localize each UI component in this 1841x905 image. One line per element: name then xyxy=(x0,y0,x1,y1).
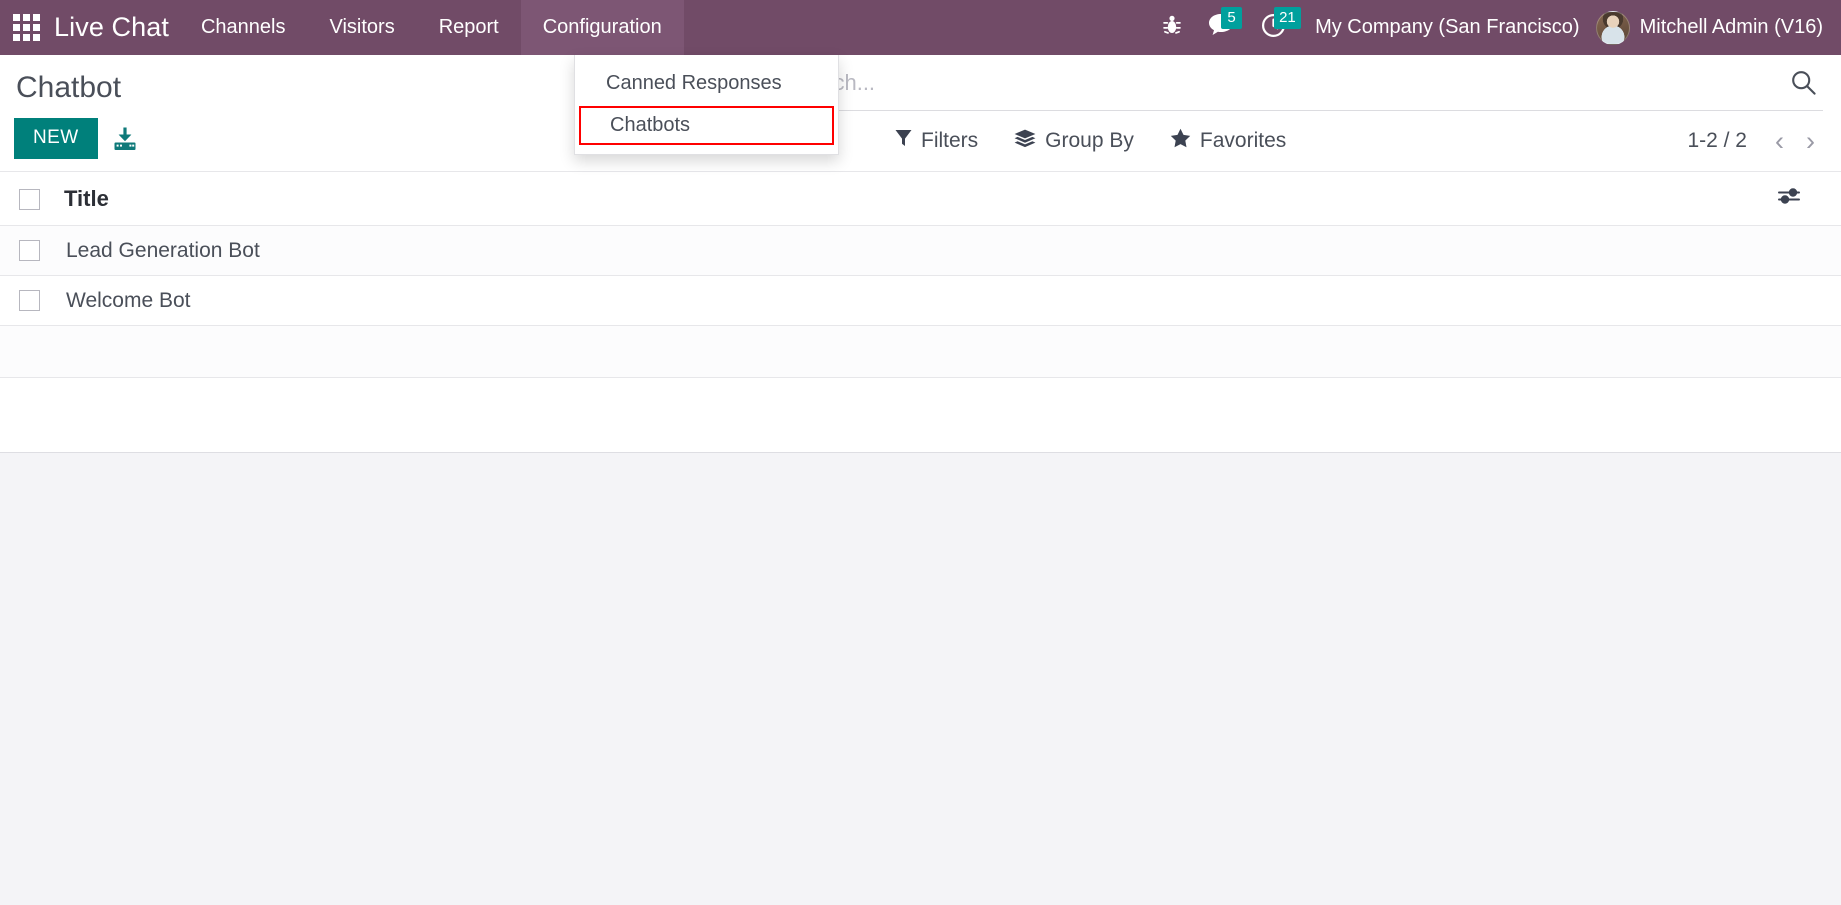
search-input[interactable] xyxy=(785,69,1780,96)
table-row[interactable]: Welcome Bot xyxy=(0,275,1841,326)
sliders-options-icon[interactable] xyxy=(1777,186,1818,211)
table-header: Title xyxy=(0,171,1841,226)
company-switcher[interactable]: My Company (San Francisco) xyxy=(1299,16,1596,39)
chevron-right-icon[interactable]: › xyxy=(1798,127,1823,155)
row-title[interactable]: Lead Generation Bot xyxy=(57,225,1777,276)
row-end-cell xyxy=(1777,225,1841,276)
favorites-button[interactable]: Favorites xyxy=(1170,128,1286,154)
select-all-cell xyxy=(0,171,57,226)
messages-count-badge: 5 xyxy=(1221,7,1243,29)
chevron-left-icon[interactable]: ‹ xyxy=(1767,127,1792,155)
list-bottom-filler xyxy=(0,378,1841,453)
list-view: Title Lead Generation Bot Welcome Bot xyxy=(0,171,1841,453)
top-navbar: Live Chat Channels Visitors Report Confi… xyxy=(0,0,1841,155)
nav-item-report[interactable]: Report xyxy=(417,0,521,55)
search-tools-row: Filters Group By Favorites 1-2 / 2 ‹ › xyxy=(785,111,1829,171)
row-select-cell xyxy=(0,225,57,276)
apps-grid-icon xyxy=(12,14,40,41)
search-icon[interactable] xyxy=(1780,69,1823,96)
group-by-button[interactable]: Group By xyxy=(1014,129,1134,154)
control-panel-right: Filters Group By Favor xyxy=(785,55,1841,171)
nav-item-configuration[interactable]: Configuration xyxy=(520,0,684,55)
row-checkbox[interactable] xyxy=(19,290,40,312)
activities-count-badge: 21 xyxy=(1274,7,1301,29)
filters-label: Filters xyxy=(921,129,979,152)
row-checkbox[interactable] xyxy=(19,240,40,262)
activities-menu-button[interactable]: 21 xyxy=(1248,0,1301,55)
app-brand-live-chat[interactable]: Live Chat xyxy=(52,0,179,55)
star-icon xyxy=(1170,128,1191,154)
import-download-icon[interactable] xyxy=(112,126,138,152)
column-header-title[interactable]: Title xyxy=(57,171,1777,226)
filters-button[interactable]: Filters xyxy=(895,129,978,153)
debug-menu-button[interactable] xyxy=(1149,0,1195,55)
configuration-dropdown-menu: Canned Responses Chatbots xyxy=(574,55,839,155)
navbar-right-section: 5 21 My Company (San Francisco) Mitchell… xyxy=(1149,0,1841,55)
nav-item-channels[interactable]: Channels xyxy=(179,0,308,55)
pager-count: 1-2 / 2 xyxy=(1687,129,1747,152)
row-select-cell xyxy=(0,275,57,326)
messages-menu-button[interactable]: 5 xyxy=(1195,0,1248,55)
new-button[interactable]: NEW xyxy=(14,118,98,159)
group-by-label: Group By xyxy=(1045,129,1134,152)
table-row[interactable]: Lead Generation Bot xyxy=(0,225,1841,276)
optional-columns-cell xyxy=(1777,171,1841,226)
pager: 1-2 / 2 ‹ › xyxy=(1687,127,1829,155)
dropdown-item-canned-responses[interactable]: Canned Responses xyxy=(575,64,838,103)
favorites-label: Favorites xyxy=(1199,129,1287,152)
filter-funnel-icon xyxy=(895,129,912,153)
nav-item-visitors[interactable]: Visitors xyxy=(307,0,416,55)
row-title[interactable]: Welcome Bot xyxy=(57,275,1777,326)
layers-stack-icon xyxy=(1014,129,1036,154)
select-all-checkbox[interactable] xyxy=(19,189,40,211)
user-menu-button[interactable]: Mitchell Admin (V16) xyxy=(1595,10,1827,45)
chatbot-table: Title Lead Generation Bot Welcome Bot xyxy=(0,171,1841,378)
search-bar xyxy=(785,55,1823,111)
page-background xyxy=(0,453,1841,853)
bug-icon xyxy=(1162,14,1182,41)
dropdown-item-chatbots[interactable]: Chatbots xyxy=(579,106,834,145)
control-panel: Chatbot NEW Search... Filters Group By F… xyxy=(0,55,1841,171)
table-empty-row xyxy=(0,325,1841,378)
avatar xyxy=(1595,10,1630,45)
row-end-cell xyxy=(1777,275,1841,326)
apps-menu-toggle[interactable] xyxy=(0,0,52,55)
table-body: Lead Generation Bot Welcome Bot xyxy=(0,225,1841,378)
user-menu-label: Mitchell Admin (V16) xyxy=(1639,16,1823,38)
table-header-row: Title xyxy=(0,171,1841,226)
